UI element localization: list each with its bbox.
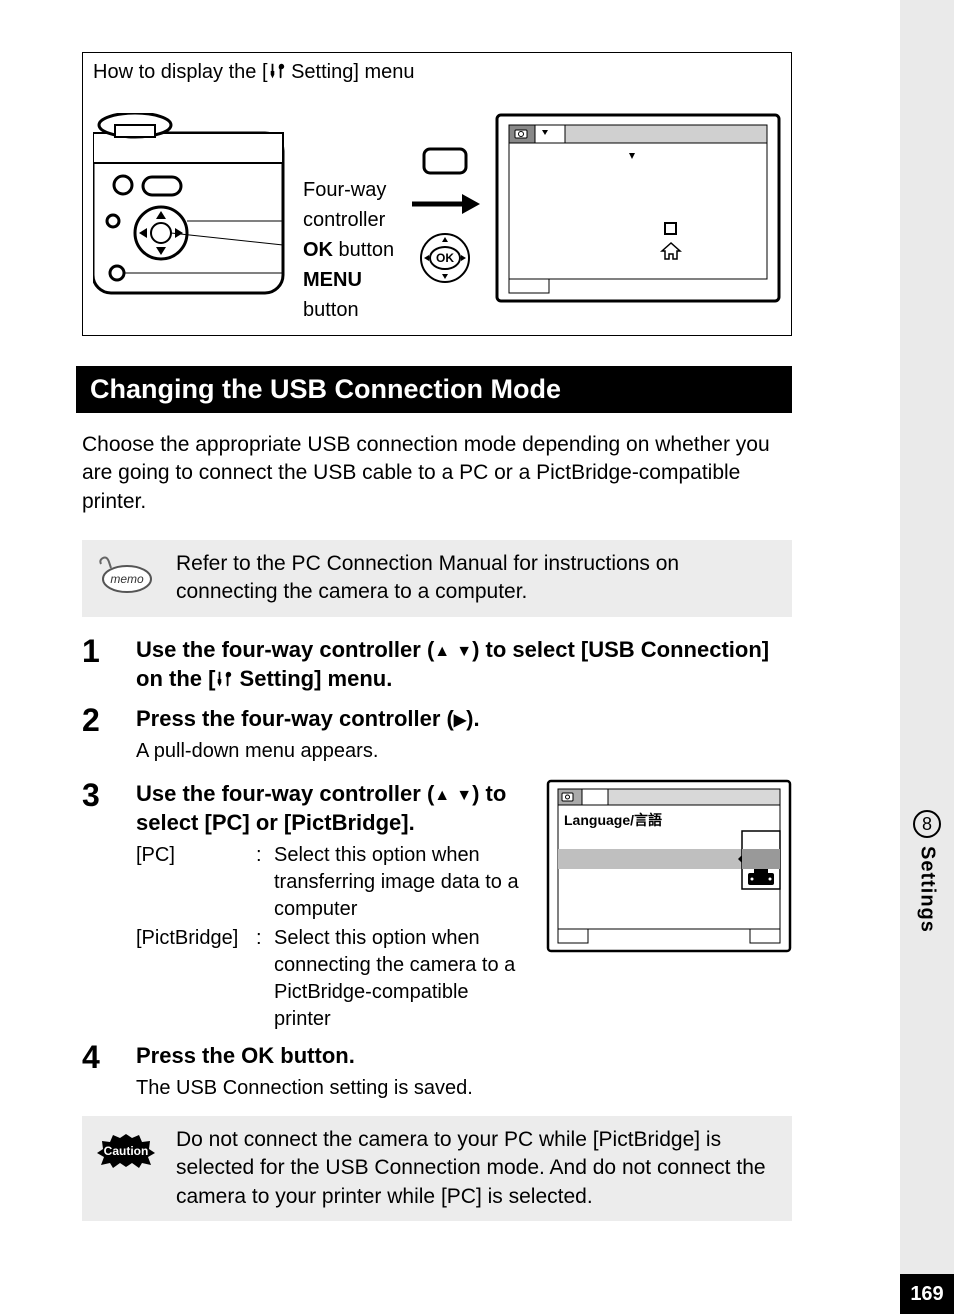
option-pictbridge: [PictBridge] : Select this option when c… xyxy=(136,925,528,1033)
step-2-title-a: Press the four-way controller ( xyxy=(136,706,454,731)
down-triangle-icon: ▼ xyxy=(456,641,472,663)
step-4-title-b: button. xyxy=(274,1043,355,1068)
step-2: 2 Press the four-way controller (▶). A p… xyxy=(82,704,792,773)
arrow-right-icon xyxy=(410,192,480,216)
step-3: 3 Use the four-way controller (▲ ▼) to s… xyxy=(82,779,792,1035)
label-ok: OK button xyxy=(303,235,395,265)
step-2-title-b: ). xyxy=(466,706,479,731)
step-4-title: Press the OK button. xyxy=(136,1041,792,1071)
svg-text:OK: OK xyxy=(436,251,454,265)
page-content: How to display the [ Setting] menu xyxy=(0,0,862,1221)
label-fourway: Four-way controller xyxy=(303,175,395,235)
diagram-labels: Four-way controller OK button MENU butto… xyxy=(303,90,395,325)
memo-icon: memo xyxy=(94,550,158,607)
step-4-title-ok: OK xyxy=(241,1043,274,1068)
lcd-screen-2: Language/言語 xyxy=(546,779,792,953)
tools-icon xyxy=(268,62,286,80)
label-menu: MENU button xyxy=(303,265,395,325)
step-1-title-c: Setting] menu. xyxy=(233,666,392,691)
step-4-title-a: Press the xyxy=(136,1043,241,1068)
option-pictbridge-label: [PictBridge] xyxy=(136,925,256,1033)
right-margin xyxy=(900,0,954,1314)
label-menu-rest: button xyxy=(303,299,359,321)
memo-block: memo Refer to the PC Connection Manual f… xyxy=(82,540,792,617)
step-2-title: Press the four-way controller (▶). xyxy=(136,704,792,734)
caution-block: Caution Do not connect the camera to you… xyxy=(82,1116,792,1221)
step-3-title: Use the four-way controller (▲ ▼) to sel… xyxy=(136,779,528,838)
diagram-title-suffix: Setting] menu xyxy=(286,61,415,83)
step-number: 4 xyxy=(82,1041,116,1110)
step-number: 1 xyxy=(82,635,116,698)
up-triangle-icon: ▲ xyxy=(434,641,450,663)
step-1: 1 Use the four-way controller (▲ ▼) to s… xyxy=(82,635,792,698)
ok-button-icon: OK xyxy=(418,231,472,285)
up-triangle-icon: ▲ xyxy=(434,785,450,807)
steps-list: 1 Use the four-way controller (▲ ▼) to s… xyxy=(82,635,792,1110)
colon: : xyxy=(256,842,274,923)
intro-paragraph: Choose the appropriate USB connection mo… xyxy=(82,431,792,516)
section-heading: Changing the USB Connection Mode xyxy=(76,366,792,413)
chapter-number-circle: 8 xyxy=(913,810,941,838)
diagram-box: How to display the [ Setting] menu xyxy=(82,52,792,336)
colon: : xyxy=(256,925,274,1033)
step-number: 2 xyxy=(82,704,116,773)
svg-text:Caution: Caution xyxy=(104,1144,149,1158)
option-pc: [PC] : Select this option when transferr… xyxy=(136,842,528,923)
caution-text: Do not connect the camera to your PC whi… xyxy=(176,1126,780,1211)
step-1-title: Use the four-way controller (▲ ▼) to sel… xyxy=(136,635,792,694)
step-2-desc: A pull-down menu appears. xyxy=(136,738,792,765)
step-1-title-a: Use the four-way controller ( xyxy=(136,637,434,662)
step-4-desc: The USB Connection setting is saved. xyxy=(136,1075,792,1102)
diagram-title: How to display the [ Setting] menu xyxy=(93,61,781,84)
page-number: 169 xyxy=(900,1274,954,1314)
step-number: 3 xyxy=(82,779,116,1035)
chapter-label: Settings xyxy=(916,846,939,933)
right-triangle-icon: ▶ xyxy=(454,710,466,732)
ok-column: OK xyxy=(405,125,485,290)
svg-text:Language/言語: Language/言語 xyxy=(564,812,662,828)
memo-text: Refer to the PC Connection Manual for in… xyxy=(176,550,780,607)
camera-illustration xyxy=(93,113,293,303)
label-ok-rest: button xyxy=(333,239,394,261)
svg-text:memo: memo xyxy=(110,572,144,586)
down-triangle-icon: ▼ xyxy=(456,785,472,807)
menu-rect-icon xyxy=(422,147,468,177)
tools-icon xyxy=(215,670,233,688)
chapter-sidebar: 8 Settings xyxy=(910,810,944,933)
label-ok-bold: OK xyxy=(303,239,333,261)
step-3-title-a: Use the four-way controller ( xyxy=(136,781,434,806)
label-menu-bold: MENU xyxy=(303,269,362,291)
option-pc-text: Select this option when transferring ima… xyxy=(274,842,528,923)
diagram-title-prefix: How to display the [ xyxy=(93,61,268,83)
option-pc-label: [PC] xyxy=(136,842,256,923)
lcd-screen-1 xyxy=(495,113,781,303)
step-4: 4 Press the OK button. The USB Connectio… xyxy=(82,1041,792,1110)
option-pictbridge-text: Select this option when connecting the c… xyxy=(274,925,528,1033)
caution-icon: Caution xyxy=(94,1126,158,1211)
